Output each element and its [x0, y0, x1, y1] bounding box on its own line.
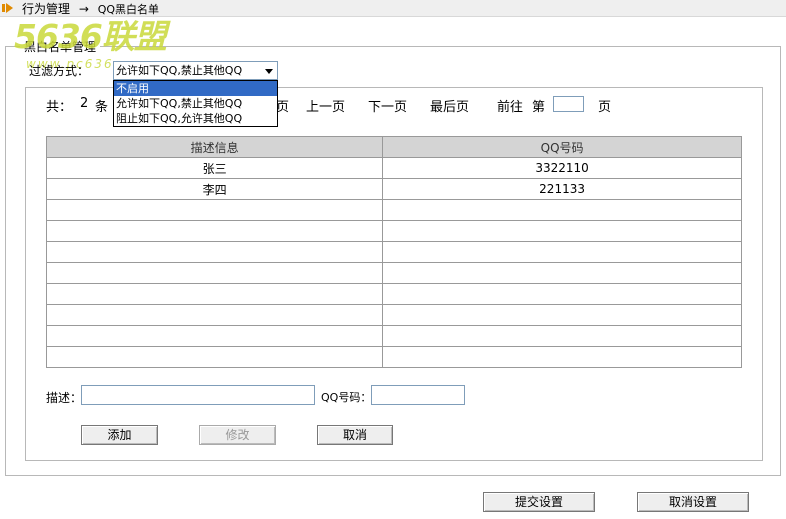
table-row[interactable] — [45, 346, 742, 368]
cell-description: 张三 — [45, 157, 384, 179]
cell-description — [45, 262, 384, 284]
table-row[interactable] — [45, 220, 742, 242]
table-header-row: 描述信息 QQ号码 — [45, 136, 742, 158]
prev-page-link[interactable]: 上一页 — [306, 96, 345, 115]
edit-button[interactable]: 修改 — [199, 425, 276, 445]
cell-qq — [382, 262, 742, 284]
cell-description — [45, 199, 384, 221]
goto-prefix: 第 — [532, 100, 546, 115]
goto-label: 前往 — [497, 100, 524, 115]
breadcrumb-page: QQ黑白名单 — [97, 2, 160, 16]
table-row[interactable] — [45, 304, 742, 326]
cell-qq — [382, 283, 742, 305]
cancel-button[interactable]: 取消 — [317, 425, 393, 445]
goto-suffix: 页 — [598, 100, 612, 115]
cell-qq — [382, 241, 742, 263]
table-row[interactable]: 李四 221133 — [45, 178, 742, 200]
table-row[interactable] — [45, 283, 742, 305]
add-button[interactable]: 添加 — [81, 425, 158, 445]
breadcrumb-section[interactable]: 行为管理 — [22, 2, 70, 16]
filter-dropdown: 不启用 允许如下QQ,禁止其他QQ 阻止如下QQ,允许其他QQ — [113, 80, 278, 127]
qq-input[interactable] — [371, 385, 465, 405]
filter-selected-value: 允许如下QQ,禁止其他QQ — [116, 64, 243, 77]
cell-qq — [382, 220, 742, 242]
cell-description — [45, 346, 384, 368]
cell-description — [45, 220, 384, 242]
cell-description — [45, 283, 384, 305]
filter-option-disabled[interactable]: 不启用 — [114, 81, 277, 96]
cell-description: 李四 — [45, 178, 384, 200]
description-label: 描述： — [46, 391, 83, 405]
filter-option-allow[interactable]: 允许如下QQ,禁止其他QQ — [114, 96, 277, 111]
filter-label: 过滤方式： — [29, 64, 90, 78]
column-header-description: 描述信息 — [45, 136, 384, 158]
table-row[interactable] — [45, 199, 742, 221]
cell-qq — [382, 304, 742, 326]
cell-description — [45, 325, 384, 347]
table-row[interactable]: 张三 3322110 — [45, 157, 742, 179]
filter-option-block[interactable]: 阻止如下QQ,允许其他QQ — [114, 111, 277, 126]
column-header-qq: QQ号码 — [382, 136, 742, 158]
table-row[interactable] — [45, 325, 742, 347]
chevron-down-icon — [265, 69, 273, 74]
submit-settings-button[interactable]: 提交设置 — [483, 492, 595, 512]
description-input[interactable] — [81, 385, 315, 405]
total-unit: 条 — [95, 100, 109, 115]
table-row[interactable] — [45, 262, 742, 284]
goto-page-input[interactable] — [553, 96, 584, 112]
cell-qq — [382, 346, 742, 368]
cell-qq — [382, 199, 742, 221]
cell-description — [45, 304, 384, 326]
filter-select[interactable]: 允许如下QQ,禁止其他QQ — [113, 61, 278, 80]
watermark-logo: 5636联盟 — [14, 17, 167, 56]
qq-table: 描述信息 QQ号码 张三 3322110 李四 221133 — [45, 136, 742, 368]
breadcrumb-separator: → — [78, 1, 89, 16]
cell-qq: 3322110 — [382, 157, 742, 179]
breadcrumb: 行为管理 → QQ黑白名单 — [22, 0, 159, 17]
cell-qq: 221133 — [382, 178, 742, 200]
cell-qq — [382, 325, 742, 347]
breadcrumb-bar: 行为管理 → QQ黑白名单 — [0, 0, 786, 17]
total-count: 2 — [80, 96, 89, 111]
cancel-settings-button[interactable]: 取消设置 — [637, 492, 749, 512]
cell-description — [45, 241, 384, 263]
qq-label: QQ号码： — [321, 391, 372, 404]
table-row[interactable] — [45, 241, 742, 263]
last-page-link[interactable]: 最后页 — [430, 96, 469, 115]
next-page-link[interactable]: 下一页 — [368, 96, 407, 115]
arrow-icon — [2, 2, 16, 14]
total-label: 共： — [46, 100, 73, 115]
